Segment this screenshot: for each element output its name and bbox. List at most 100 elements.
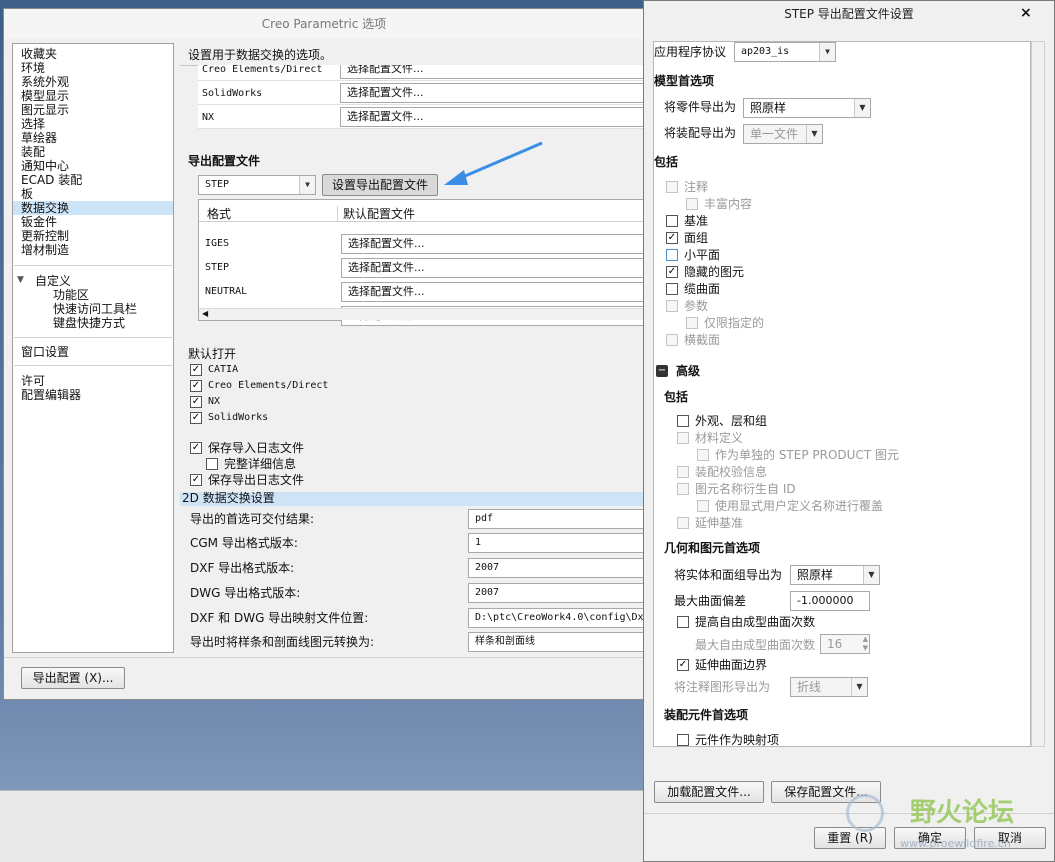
setting-2d-value[interactable]: 2007 (468, 583, 646, 603)
option-checkbox (677, 517, 689, 529)
include-title: 包括 (654, 155, 679, 169)
nav-item[interactable]: 增材制造 (21, 243, 69, 257)
solid-export-label: 将实体和面组导出为 (674, 568, 783, 582)
nav-item[interactable]: 板 (21, 187, 33, 201)
option-label: 横截面 (684, 333, 721, 347)
chevron-down-icon: ▼ (819, 43, 835, 61)
save-import-log-checkbox[interactable]: ✓ (190, 442, 202, 454)
solid-export-select[interactable]: 照原样 ▼ (790, 565, 880, 585)
settings-scrollbar[interactable] (1031, 41, 1045, 747)
option-checkbox[interactable]: ✓ (666, 232, 678, 244)
option-label: 丰富内容 (704, 197, 753, 211)
section-2d-title: 2D 数据交换设置 (182, 491, 275, 505)
part-export-value: 照原样 (750, 101, 787, 115)
nav-customize[interactable]: 自定义 (35, 274, 71, 288)
nav-window-settings[interactable]: 窗口设置 (21, 345, 69, 359)
setting-2d-value[interactable]: D:\ptc\CreoWork4.0\config\Dx (468, 608, 646, 628)
option-checkbox[interactable] (666, 249, 678, 261)
setting-2d-label: 导出的首选可交付结果: (190, 512, 315, 526)
reset-button[interactable]: 重置 (R) (814, 827, 886, 849)
nav-subitem[interactable]: 功能区 (53, 288, 89, 302)
default-open-label: NX (208, 396, 221, 407)
advanced-collapse-icon[interactable]: − (656, 365, 668, 377)
option-checkbox (666, 181, 678, 193)
max-dev-input[interactable]: -1.000000 (790, 591, 870, 611)
table-row-format: IGES (205, 238, 230, 249)
max-freeform-stepper: 16 ▲ ▼ (820, 634, 870, 654)
select-config-file-button[interactable]: 选择配置文件... (341, 258, 647, 278)
top-row-name: NX (202, 112, 215, 123)
nav-item[interactable]: 更新控制 (21, 229, 69, 243)
default-open-checkbox[interactable]: ✓ (190, 412, 202, 424)
part-export-select[interactable]: 照原样 ▼ (743, 98, 871, 118)
setting-2d-value[interactable]: pdf (468, 509, 646, 529)
page-header: 设置用于数据交换的选项。 (188, 48, 333, 62)
select-config-file-button[interactable]: 选择配置文件... (341, 282, 647, 302)
comp-as-map-checkbox[interactable] (677, 734, 689, 746)
table-scrollbar[interactable]: ◀ (199, 308, 645, 320)
asm-export-select: 单一文件 ▼ (743, 124, 823, 144)
load-config-button[interactable]: 加载配置文件... (654, 781, 764, 803)
step-dialog: STEP 导出配置文件设置 × 应用程序协议 ap203_is ▼ 模型首选项 将… (643, 0, 1055, 862)
extend-boundary-checkbox[interactable]: ✓ (677, 659, 689, 671)
default-open-checkbox[interactable]: ✓ (190, 364, 202, 376)
option-checkbox[interactable] (677, 415, 689, 427)
scroll-left-icon[interactable]: ◀ (202, 309, 208, 318)
full-detail-checkbox[interactable] (206, 458, 218, 470)
nav-item[interactable]: 收藏夹 (21, 47, 57, 61)
nav-subitem[interactable]: 快速访问工具栏 (53, 302, 137, 316)
option-checkbox[interactable] (666, 283, 678, 295)
nav-item[interactable]: 通知中心 (21, 159, 69, 173)
select-config-file-button[interactable]: 选择配置文件... (340, 107, 646, 127)
chevron-down-icon: ▼ (854, 99, 870, 117)
nav-item[interactable]: ECAD 装配 (21, 173, 82, 187)
default-open-label: CATIA (208, 364, 239, 375)
expand-triangle-icon[interactable]: ▼ (17, 275, 24, 285)
stepper-arrows-icon: ▲ ▼ (862, 635, 868, 652)
nav-item[interactable]: 环境 (21, 61, 45, 75)
table-row-format: NEUTRAL (205, 286, 248, 297)
close-icon[interactable]: × (1020, 5, 1032, 21)
nav-item[interactable]: 钣金件 (21, 215, 57, 229)
nav-item[interactable]: 图元显示 (21, 103, 69, 117)
nav-item[interactable]: 系统外观 (21, 75, 69, 89)
nav-item[interactable]: 草绘器 (21, 131, 57, 145)
option-checkbox[interactable] (666, 215, 678, 227)
watermark-logo (846, 794, 884, 832)
annotation-export-value: 折线 (797, 680, 822, 694)
extend-boundary-label: 延伸曲面边界 (695, 658, 768, 672)
nav-item[interactable]: 装配 (21, 145, 45, 159)
option-checkbox (666, 300, 678, 312)
default-open-title: 默认打开 (188, 347, 237, 361)
table-header-row (199, 206, 647, 222)
default-open-checkbox[interactable]: ✓ (190, 396, 202, 408)
setting-2d-value[interactable]: 样条和剖面线 (468, 632, 646, 652)
setting-2d-value[interactable]: 1 (468, 533, 646, 553)
app-protocol-select[interactable]: ap203_is ▼ (734, 42, 836, 62)
option-checkbox (686, 317, 698, 329)
option-checkbox (697, 449, 709, 461)
app-protocol-value: ap203_is (741, 46, 790, 57)
format-select[interactable]: STEP ▼ (198, 175, 316, 195)
select-config-file-button[interactable]: 选择配置文件... (340, 83, 646, 103)
default-open-checkbox[interactable]: ✓ (190, 380, 202, 392)
model-prefs-title: 模型首选项 (654, 74, 715, 88)
set-export-config-button[interactable]: 设置导出配置文件 (322, 174, 438, 196)
save-export-log-checkbox[interactable]: ✓ (190, 474, 202, 486)
nav-subitem[interactable]: 键盘快捷方式 (53, 316, 125, 330)
adv-include-title: 包括 (664, 390, 689, 404)
nav-item[interactable]: 模型显示 (21, 89, 69, 103)
option-checkbox[interactable]: ✓ (666, 266, 678, 278)
nav-item[interactable]: 选择 (21, 117, 45, 131)
raise-freeform-checkbox[interactable] (677, 616, 689, 628)
option-checkbox (697, 500, 709, 512)
asm-export-label: 将装配导出为 (664, 126, 737, 140)
nav-license[interactable]: 许可 (21, 374, 45, 388)
select-config-file-button[interactable]: 选择配置文件... (341, 234, 647, 254)
nav-divider (14, 365, 172, 366)
nav-config-editor[interactable]: 配置编辑器 (21, 388, 81, 402)
option-label: 作为单独的 STEP PRODUCT 图元 (715, 448, 899, 462)
nav-item[interactable]: 数据交换 (21, 201, 69, 215)
setting-2d-value[interactable]: 2007 (468, 558, 646, 578)
export-config-button[interactable]: 导出配置 (X)... (21, 667, 125, 689)
